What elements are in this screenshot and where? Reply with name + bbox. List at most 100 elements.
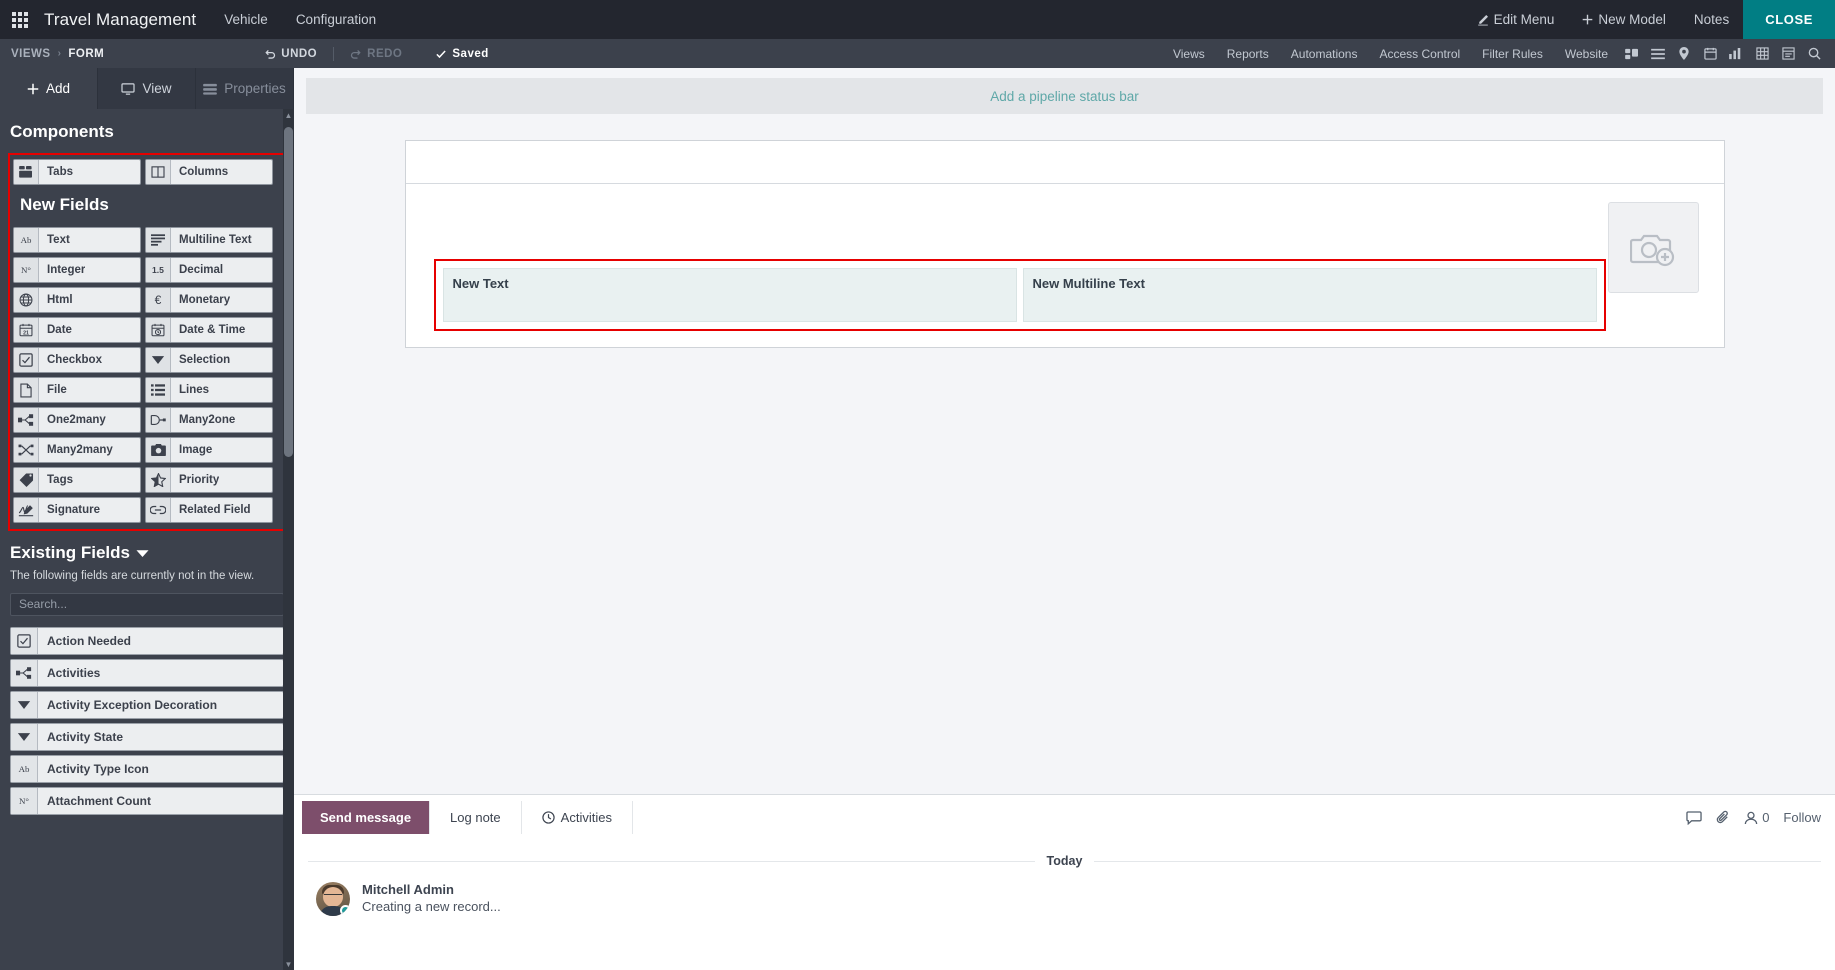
- field-tile-selection[interactable]: Selection: [145, 347, 273, 373]
- saved-status: Saved: [435, 48, 488, 60]
- existing-field-attachment-count[interactable]: N° Attachment Count: [10, 786, 284, 815]
- form-icon[interactable]: [1775, 39, 1801, 68]
- kanban-icon[interactable]: [1619, 39, 1645, 68]
- tab-properties[interactable]: Properties: [196, 68, 294, 109]
- new-multiline-text-field[interactable]: New Multiline Text: [1022, 268, 1597, 322]
- app-brand-title[interactable]: Travel Management: [40, 10, 210, 30]
- field-tile-date-time[interactable]: Date & Time: [145, 317, 273, 343]
- existing-field-activity-type-icon[interactable]: Ab Activity Type Icon: [10, 754, 284, 783]
- attachment-paperclip-icon[interactable]: [1686, 810, 1702, 825]
- tab-view[interactable]: View: [98, 68, 196, 109]
- list-icon[interactable]: [1645, 39, 1671, 68]
- existing-fields-header[interactable]: Existing Fields: [0, 531, 294, 569]
- send-message-button[interactable]: Send message: [302, 801, 430, 834]
- pivot-icon[interactable]: [1749, 39, 1775, 68]
- followers-count[interactable]: 0: [1744, 810, 1769, 825]
- existing-field-activity-exception-decoration[interactable]: Activity Exception Decoration: [10, 690, 284, 719]
- log-note-button[interactable]: Log note: [429, 801, 521, 834]
- subbar-link-reports[interactable]: Reports: [1216, 47, 1280, 61]
- columns-icon: [146, 160, 171, 184]
- map-icon[interactable]: [1671, 39, 1697, 68]
- field-tile-many2one[interactable]: Many2one: [145, 407, 273, 433]
- activities-button[interactable]: Activities: [520, 801, 632, 834]
- field-tile-priority[interactable]: Priority: [145, 467, 273, 493]
- field-tile-one2many[interactable]: One2many: [13, 407, 141, 433]
- breadcrumb-views[interactable]: VIEWS: [11, 48, 51, 60]
- form-sheet-title-area[interactable]: [405, 141, 1724, 184]
- caret-down-icon: [11, 723, 38, 750]
- field-tile-html[interactable]: Html: [13, 287, 141, 313]
- form-editor-canvas: Add a pipeline status bar New Text New M…: [294, 68, 1835, 970]
- attachment-icon[interactable]: [1716, 810, 1730, 825]
- field-tile-image-label: Image: [179, 444, 213, 456]
- breadcrumb-separator: ›: [57, 48, 62, 59]
- field-tile-multiline-text[interactable]: Multiline Text: [145, 227, 273, 253]
- search-icon[interactable]: [1801, 39, 1827, 68]
- scroll-up-arrow[interactable]: ▲: [283, 109, 294, 121]
- sidebar-scroll-thumb[interactable]: [284, 127, 293, 457]
- subbar-link-views[interactable]: Views: [1162, 47, 1216, 61]
- follow-button[interactable]: Follow: [1783, 810, 1821, 825]
- field-tile-many2many[interactable]: Many2many: [13, 437, 141, 463]
- field-tile-html-label: Html: [47, 294, 73, 306]
- sidebar-scroll-track[interactable]: [283, 121, 294, 958]
- field-tile-related-field[interactable]: Related Field: [145, 497, 273, 523]
- subbar-link-access-control[interactable]: Access Control: [1368, 47, 1471, 61]
- undo-button[interactable]: UNDO: [264, 48, 317, 60]
- field-tile-file[interactable]: File: [13, 377, 141, 403]
- existing-field-label: Activities: [47, 665, 101, 680]
- new-multiline-text-field-label: New Multiline Text: [1032, 276, 1145, 291]
- apps-grid-icon[interactable]: [0, 0, 40, 39]
- calendar-icon[interactable]: [1697, 39, 1723, 68]
- edit-menu-label: Edit Menu: [1493, 12, 1555, 27]
- field-tile-one2many-label: One2many: [47, 414, 106, 426]
- edit-menu-button[interactable]: Edit Menu: [1463, 0, 1569, 39]
- field-tile-image[interactable]: Image: [145, 437, 273, 463]
- field-tile-tags[interactable]: Tags: [13, 467, 141, 493]
- existing-field-action-needed[interactable]: Action Needed: [10, 626, 284, 655]
- redo-button[interactable]: REDO: [350, 48, 402, 60]
- field-tile-decimal[interactable]: 1.5 Decimal: [145, 257, 273, 283]
- existing-fields-search[interactable]: [10, 592, 284, 616]
- subbar-link-filter-rules[interactable]: Filter Rules: [1471, 47, 1554, 61]
- field-tile-many2many-label: Many2many: [47, 444, 113, 456]
- field-tile-monetary[interactable]: € Monetary: [145, 287, 273, 313]
- activities-label: Activities: [560, 810, 612, 825]
- signature-icon: [14, 498, 39, 522]
- subbar-link-website[interactable]: Website: [1554, 47, 1619, 61]
- field-tile-date[interactable]: 21 Date: [13, 317, 141, 343]
- close-studio-button[interactable]: CLOSE: [1743, 0, 1835, 39]
- graph-icon[interactable]: [1723, 39, 1749, 68]
- field-tile-monetary-label: Monetary: [179, 294, 231, 306]
- top-navbar: Travel Management Vehicle Configuration …: [0, 0, 1835, 39]
- field-tile-signature[interactable]: Signature: [13, 497, 141, 523]
- search-input[interactable]: [19, 597, 275, 612]
- field-tile-file-label: File: [47, 384, 67, 396]
- avatar-glasses: [324, 894, 342, 898]
- navbar-menu-configuration[interactable]: Configuration: [282, 0, 390, 39]
- tab-add[interactable]: Add: [0, 68, 98, 109]
- field-tile-checkbox[interactable]: Checkbox: [13, 347, 141, 373]
- field-tile-priority-label: Priority: [179, 474, 220, 486]
- new-model-button[interactable]: New Model: [1568, 0, 1680, 39]
- sidebar-scrollbar[interactable]: ▲ ▼: [283, 109, 294, 970]
- new-text-field[interactable]: New Text: [442, 268, 1017, 322]
- component-tile-tabs[interactable]: Tabs: [13, 159, 141, 185]
- navbar-menu-vehicle[interactable]: Vehicle: [210, 0, 282, 39]
- field-tile-text-label: Text: [47, 234, 70, 246]
- field-tile-lines[interactable]: Lines: [145, 377, 273, 403]
- component-tile-columns[interactable]: Columns: [145, 159, 273, 185]
- one2many-icon: [11, 659, 38, 686]
- add-pipeline-status-bar[interactable]: Add a pipeline status bar: [306, 78, 1823, 114]
- image-field-placeholder[interactable]: [1607, 202, 1699, 293]
- field-tile-text[interactable]: Ab Text: [13, 227, 141, 253]
- existing-field-activities[interactable]: Activities: [10, 658, 284, 687]
- existing-field-activity-state[interactable]: Activity State: [10, 722, 284, 751]
- field-tile-integer[interactable]: N° Integer: [13, 257, 141, 283]
- scroll-down-arrow[interactable]: ▼: [283, 958, 294, 970]
- mitchell-admin-avatar[interactable]: [316, 882, 350, 916]
- tab-add-label: Add: [45, 81, 71, 96]
- notes-button[interactable]: Notes: [1680, 0, 1743, 39]
- subbar-link-automations[interactable]: Automations: [1280, 47, 1369, 61]
- breadcrumb-form[interactable]: FORM: [68, 48, 104, 60]
